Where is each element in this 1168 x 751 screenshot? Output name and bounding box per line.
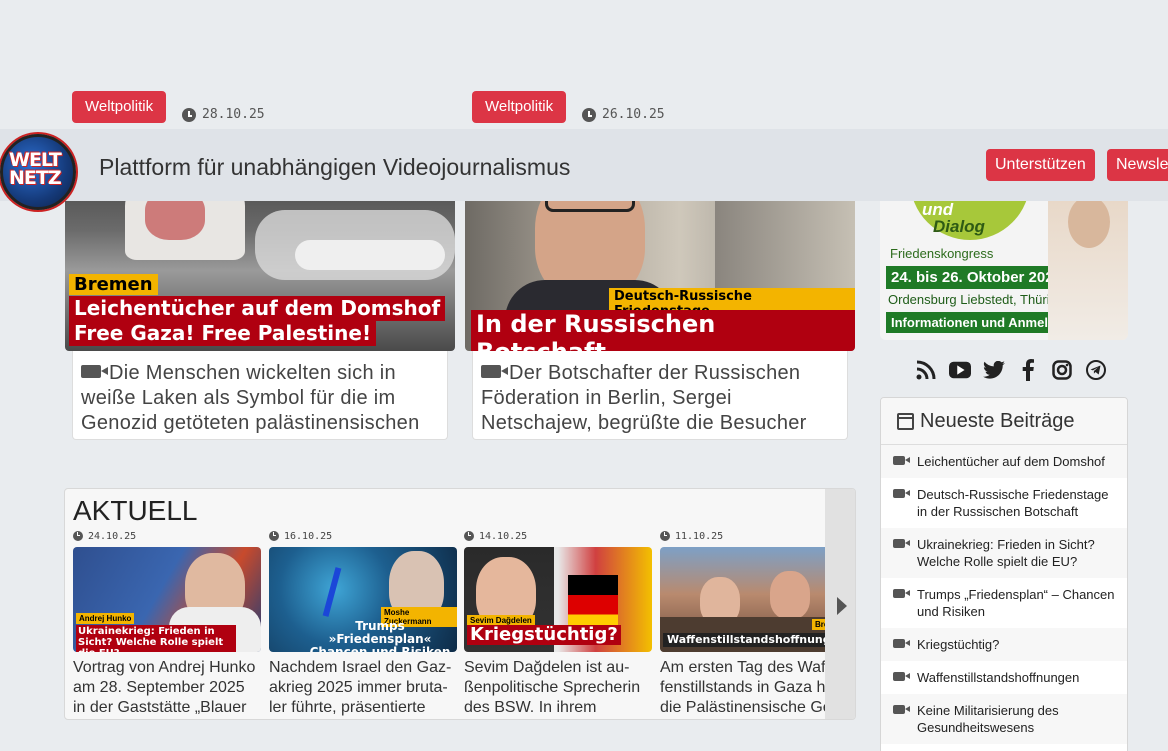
ad-dates: 24. bis 26. Oktober 2025	[886, 266, 1067, 289]
excerpt-text: Der Botschafter der Russischen Föde­rati…	[481, 362, 807, 439]
twitter-icon[interactable]	[983, 359, 1005, 381]
post-date-text: 28.10.25	[202, 107, 265, 122]
video-camera-icon	[893, 639, 910, 648]
video-camera-icon	[893, 489, 910, 498]
card-date-text: 24.10.25	[88, 530, 137, 542]
card-date: 11.10.25	[660, 529, 848, 543]
aktuell-title: AKTUELL	[73, 495, 198, 526]
video-camera-icon	[893, 589, 910, 598]
latest-post-link[interactable]: Deutsch-Russische Friedenstage in der Ru…	[881, 478, 1127, 528]
facebook-icon[interactable]	[1017, 359, 1039, 381]
card-date-text: 16.10.25	[284, 530, 333, 542]
latest-posts-header: Neueste Beiträge	[881, 398, 1127, 445]
card-excerpt: Sevim Dağdelen ist au­ßenpolitische Spre…	[464, 659, 641, 716]
card-excerpt: Vortrag von Andrej Hunko am 28. Septembe…	[73, 659, 256, 716]
video-camera-icon	[481, 365, 508, 378]
clock-icon	[582, 107, 596, 122]
telegram-icon[interactable]	[1085, 359, 1107, 381]
newsletter-button[interactable]: Newsle	[1107, 149, 1168, 181]
rss-icon[interactable]	[915, 359, 937, 381]
latest-post-link[interactable]: Waffenstillstandshoffnungen	[881, 661, 1127, 694]
youtube-icon[interactable]	[949, 359, 971, 381]
latest-post-link[interactable]: Leichentücher auf dem Domshof	[881, 445, 1127, 478]
latest-post-link[interactable]: Keine Militarisierung des Gesundheitswes…	[881, 694, 1127, 744]
ad-word: Dialog	[933, 217, 985, 236]
social-links	[915, 359, 1107, 381]
page: Weltpolitik 28.10.25 Weltpolitik 26.10.2…	[0, 0, 1168, 751]
site-header: WELT NETZ Plattform für unabhängigen Vid…	[0, 129, 1168, 210]
clock-icon	[182, 107, 196, 122]
latest-post-link[interactable]: Kriegstüchtig?	[881, 628, 1127, 661]
card-caption: Kriegstüchtig?	[467, 625, 621, 645]
latest-posts-title: Neueste Beiträge	[920, 409, 1075, 432]
card-caption: Trumps »Friedensplan« Chancen und Risike…	[310, 619, 451, 652]
card-image[interactable]: Moshe Zuckermann Trumps »Friedensplan« C…	[269, 547, 457, 652]
card-date: 24.10.25	[73, 529, 261, 543]
latest-post-title: Deutsch-Russische Friedenstage in der Ru…	[917, 487, 1109, 519]
featured-post-excerpt[interactable]: Die Menschen wickelten sich in wei­ße La…	[72, 351, 448, 440]
image-tag: Bremen	[69, 274, 158, 295]
image-title: Leichentücher auf dem Domshof	[69, 296, 446, 321]
latest-post-link[interactable]: Ukrainekrieg: Frieden in Sicht? Welche R…	[881, 528, 1127, 578]
card-excerpt: Am ersten Tag des Waf­fenstillstands in …	[660, 659, 839, 716]
calendar-check-icon	[897, 412, 914, 430]
card-date-text: 11.10.25	[675, 530, 724, 542]
image-title: Free Gaza! Free Palestine!	[69, 321, 377, 346]
clock-icon	[660, 531, 670, 541]
latest-post-link[interactable]: Trumps „Friedensplan“ – Chancen und Risi…	[881, 578, 1127, 628]
category-badge[interactable]: Weltpolitik	[472, 91, 567, 123]
video-camera-icon	[893, 456, 910, 465]
latest-posts-widget: Neueste Beiträge Leichentücher auf dem D…	[880, 397, 1128, 751]
latest-post-title: Leichentücher auf dem Domshof	[917, 454, 1105, 469]
excerpt-text: Die Menschen wickelten sich in wei­ße La…	[81, 362, 420, 439]
video-camera-icon	[893, 705, 910, 714]
latest-post-title: Kriegstüchtig?	[917, 637, 1000, 652]
post-date: 26.10.25	[582, 107, 665, 122]
card-person-name: Andrej Hunko	[76, 613, 135, 624]
clock-icon	[464, 531, 474, 541]
support-button[interactable]: Unterstützen	[986, 149, 1095, 181]
post-date: 28.10.25	[182, 107, 265, 122]
aktuell-carousel: AKTUELL 24.10.25 Andrej Hunko Ukrainekri…	[64, 488, 856, 720]
carousel-card[interactable]: 14.10.25 Sevim Dağdelen Kriegstüchtig? S…	[464, 529, 652, 719]
card-excerpt: Nachdem Israel den Gaz­akrieg 2025 immer…	[269, 659, 452, 716]
image-title: In der Russischen Botschaft	[471, 310, 855, 351]
latest-post-title: Waffenstillstandshoffnungen	[917, 670, 1080, 685]
card-image[interactable]: Bremen Waffenstillstandshoffnungen	[660, 547, 848, 652]
post-date-text: 26.10.25	[602, 107, 665, 122]
video-camera-icon	[81, 365, 108, 378]
site-logo[interactable]: WELT NETZ	[0, 134, 76, 210]
category-badge[interactable]: Weltpolitik	[72, 91, 167, 123]
ad-subtitle: Friedenskongress	[890, 246, 994, 261]
clock-icon	[73, 531, 83, 541]
card-date-text: 14.10.25	[479, 530, 528, 542]
card-image[interactable]: Sevim Dağdelen Kriegstüchtig?	[464, 547, 652, 652]
card-caption: Waffenstillstandshoffnungen	[663, 633, 848, 648]
peace-congress-ad[interactable]: und Dialog Friedenskongress 24. bis 26. …	[880, 200, 1128, 340]
carousel-card[interactable]: 11.10.25 Bremen Waffenstillstandshoffnun…	[660, 529, 848, 719]
logo-text: WELT NETZ	[9, 149, 62, 189]
card-image[interactable]: Andrej Hunko Ukrainekrieg: Frieden in Si…	[73, 547, 261, 652]
video-camera-icon	[893, 672, 910, 681]
instagram-icon[interactable]	[1051, 359, 1073, 381]
card-date: 14.10.25	[464, 529, 652, 543]
clock-icon	[269, 531, 279, 541]
carousel-next-arrow-icon[interactable]	[837, 597, 847, 615]
featured-post-excerpt[interactable]: Der Botschafter der Russischen Föde­rati…	[472, 351, 848, 440]
carousel-card[interactable]: 24.10.25 Andrej Hunko Ukrainekrieg: Frie…	[73, 529, 261, 719]
site-tagline: Plattform für unabhängigen Videojournali…	[99, 154, 571, 180]
video-camera-icon	[893, 539, 910, 548]
latest-post-title: Ukrainekrieg: Frieden in Sicht? Welche R…	[917, 537, 1095, 569]
latest-post-title: Trumps „Friedensplan“ – Chancen und Risi…	[917, 587, 1115, 619]
carousel-card[interactable]: 16.10.25 Moshe Zuckermann Trumps »Friede…	[269, 529, 457, 719]
latest-post-title: Keine Militarisierung des Gesundheitswes…	[917, 703, 1059, 735]
card-caption: Ukrainekrieg: Frieden in Sicht? Welche R…	[76, 625, 236, 652]
card-date: 16.10.25	[269, 529, 457, 543]
